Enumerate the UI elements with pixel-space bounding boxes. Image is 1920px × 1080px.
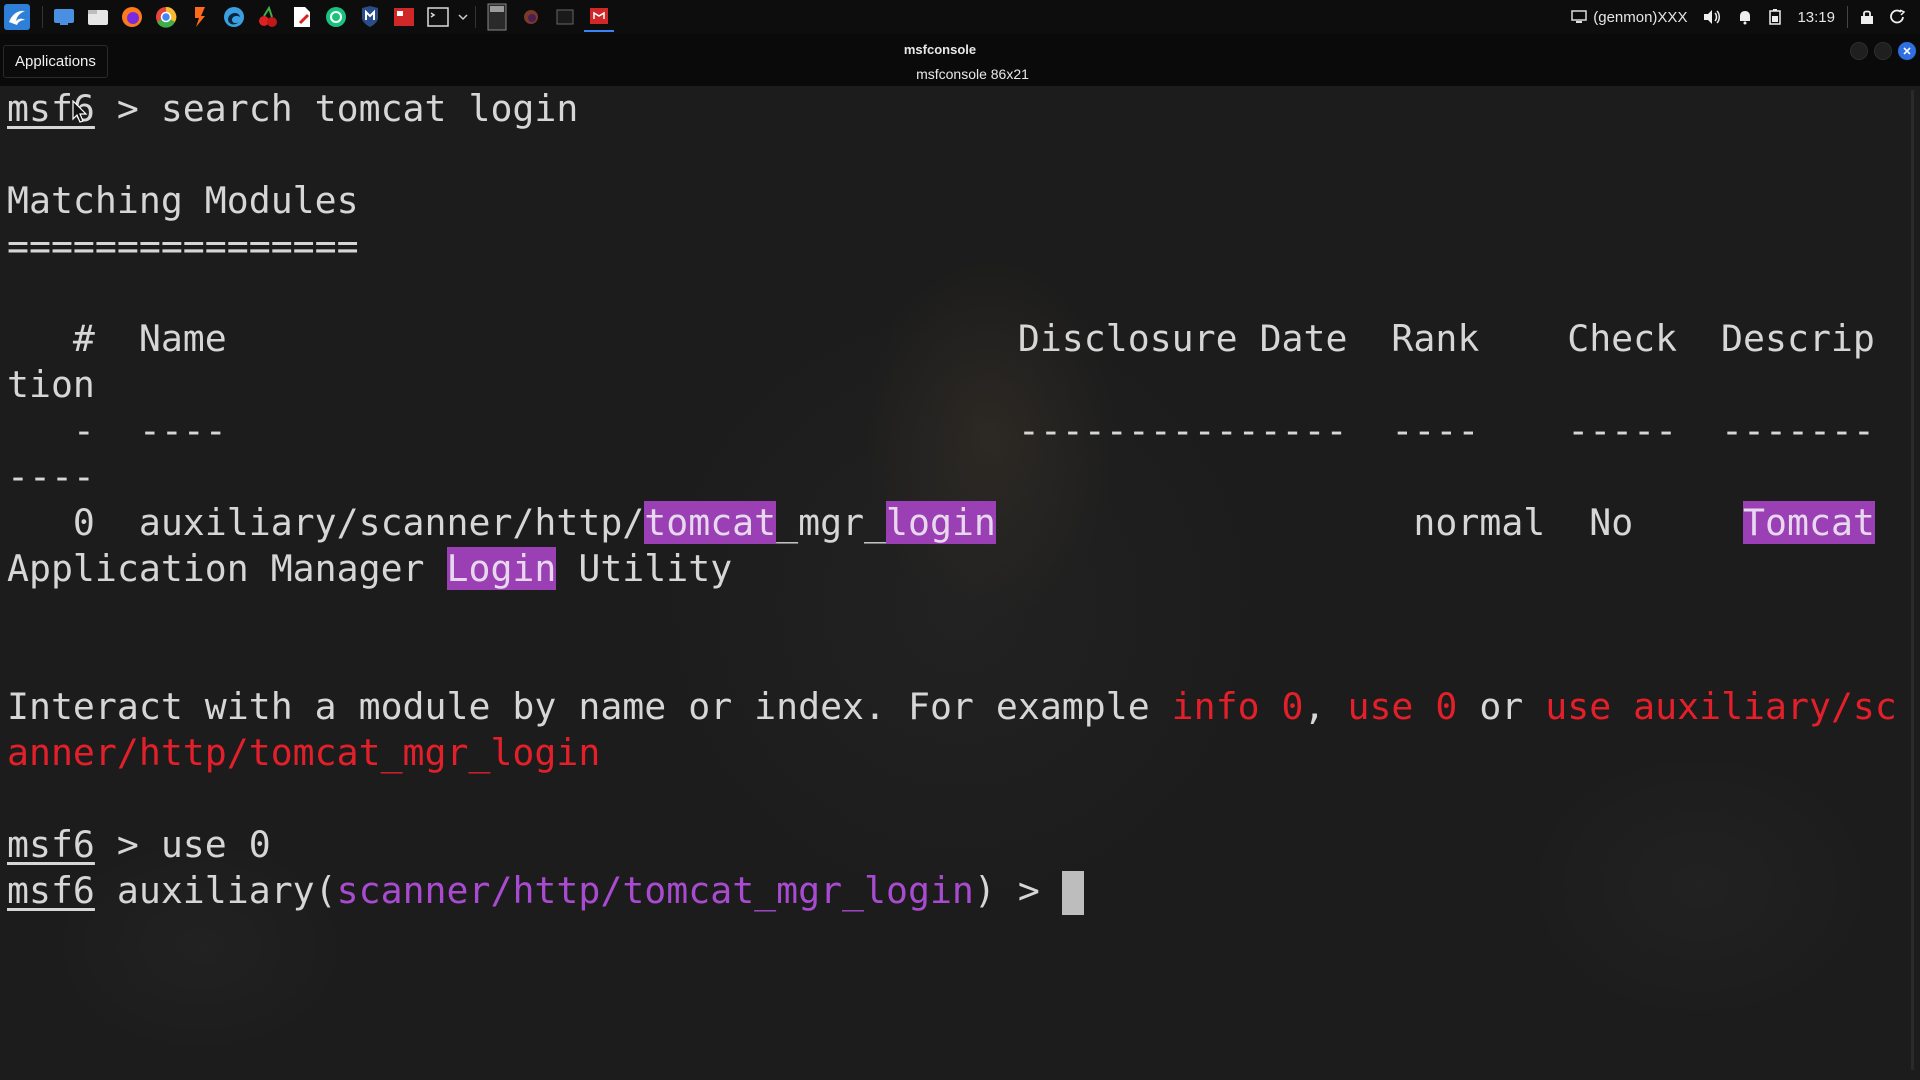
table-row: 0 auxiliary/scanner/http/tomcat_mgr_logi…	[7, 500, 1897, 546]
window-title: msfconsole	[903, 42, 977, 57]
heading-underline: ================	[7, 225, 359, 268]
search-match-highlight: tomcat	[644, 501, 777, 544]
row-path: auxiliary/scanner/http/	[138, 501, 645, 544]
screenshot-tool-icon[interactable]	[389, 2, 419, 32]
top-panel: (genmon)XXX 13:19	[0, 0, 1920, 34]
notification-bell-icon[interactable]	[1737, 9, 1753, 25]
hint-example-wrap: anner/http/tomcat_mgr_login	[7, 731, 601, 774]
table-header: # Name Disclosure Date Rank Check Descri…	[7, 317, 1875, 360]
clock[interactable]: 13:19	[1797, 9, 1835, 26]
row-gap	[996, 501, 1414, 544]
table-header-dashes-wrap: ----	[7, 455, 95, 498]
hint-text: Interact with a module by name or index.…	[7, 685, 1172, 728]
terminal-icon[interactable]	[423, 2, 453, 32]
firefox-window-icon[interactable]	[516, 2, 546, 32]
close-button[interactable]	[1898, 42, 1916, 60]
window-subtitle: msfconsole 86x21	[916, 66, 1029, 82]
module-name: scanner/http/tomcat_mgr_login	[336, 869, 974, 912]
logout-icon[interactable]	[1890, 9, 1906, 25]
prompt-text: ) >	[973, 869, 1062, 912]
minimize-button[interactable]	[1850, 42, 1868, 60]
prompt-text: auxiliary(	[94, 869, 337, 912]
prompt-name: msf6	[7, 823, 95, 866]
desktop-icon[interactable]	[49, 2, 79, 32]
maximize-button[interactable]	[1874, 42, 1892, 60]
edge-icon[interactable]	[219, 2, 249, 32]
hint-example: use 0	[1347, 685, 1458, 728]
search-match-highlight: Tomcat	[1743, 501, 1875, 544]
genmon-widget[interactable]: (genmon)XXX	[1571, 9, 1687, 26]
chevron-down-icon[interactable]	[457, 2, 469, 32]
command-text: > use 0	[94, 823, 271, 866]
cherrytree-icon[interactable]	[253, 2, 283, 32]
hint-text: or	[1457, 685, 1546, 728]
hint-text: ,	[1303, 685, 1348, 728]
row-rank-check: normal No	[1413, 501, 1744, 544]
window-titlebar[interactable]: msfconsole msfconsole 86x21	[0, 34, 1920, 86]
kali-dragon-icon[interactable]	[2, 2, 32, 32]
volume-icon[interactable]	[1703, 9, 1721, 25]
command-text: > search tomcat login	[94, 87, 579, 130]
mouse-pointer-icon	[72, 99, 88, 128]
prompt-name: msf6	[7, 869, 95, 912]
firefox-icon[interactable]	[117, 2, 147, 32]
table-row-description: Application Manager Login Utility	[7, 546, 1897, 592]
battery-icon[interactable]	[1769, 9, 1782, 25]
chatgpt-icon[interactable]	[321, 2, 351, 32]
active-prompt[interactable]: msf6 auxiliary(scanner/http/tomcat_mgr_l…	[7, 868, 1897, 915]
row-index: 0	[7, 501, 139, 544]
workspace-indicator-icon[interactable]	[482, 2, 512, 32]
close-icon	[1903, 47, 1911, 55]
terminal-line: msf6 > use 0	[7, 822, 1897, 868]
panel-separator	[475, 6, 476, 28]
terminal-scrollbar[interactable]	[1911, 90, 1914, 1070]
hint-example: use auxiliary/sc	[1545, 685, 1897, 728]
table-header-dashes: - ---- --------------- ---- ----- ------…	[7, 409, 1875, 452]
msfconsole-window-icon[interactable]	[584, 2, 614, 32]
text-cursor	[1061, 870, 1084, 915]
applications-tooltip: Applications	[3, 45, 108, 78]
file-manager-icon[interactable]	[83, 2, 113, 32]
terminal-output: msf6 > search tomcat login Matching Modu…	[7, 86, 1897, 915]
search-match-highlight: Login	[446, 547, 557, 590]
metasploit-icon[interactable]	[355, 2, 385, 32]
terminal-area[interactable]: msf6 > search tomcat login Matching Modu…	[0, 86, 1920, 1080]
description-text: Utility	[556, 547, 733, 590]
lock-icon[interactable]	[1860, 9, 1874, 25]
monitor-icon	[1571, 10, 1587, 23]
row-path-mid: _mgr_	[776, 501, 887, 544]
terminal-window-icon[interactable]	[550, 2, 580, 32]
hint-example: info 0	[1171, 685, 1304, 728]
search-match-highlight: login	[886, 501, 996, 544]
burpsuite-icon[interactable]	[185, 2, 215, 32]
tray-separator	[1847, 6, 1848, 28]
genmon-label: (genmon)XXX	[1593, 8, 1688, 26]
table-header-wrap: tion	[7, 363, 95, 406]
system-tray: (genmon)XXX 13:19	[1563, 0, 1920, 34]
terminal-line: msf6 > search tomcat login	[7, 86, 1897, 132]
panel-separator	[42, 6, 43, 28]
interact-hint: Interact with a module by name or index.…	[7, 684, 1897, 730]
matching-modules-heading: Matching Modules	[7, 179, 359, 222]
text-editor-icon[interactable]	[287, 2, 317, 32]
window-controls	[1844, 42, 1916, 60]
chrome-icon[interactable]	[151, 2, 181, 32]
description-text: Application Manager	[7, 547, 447, 590]
